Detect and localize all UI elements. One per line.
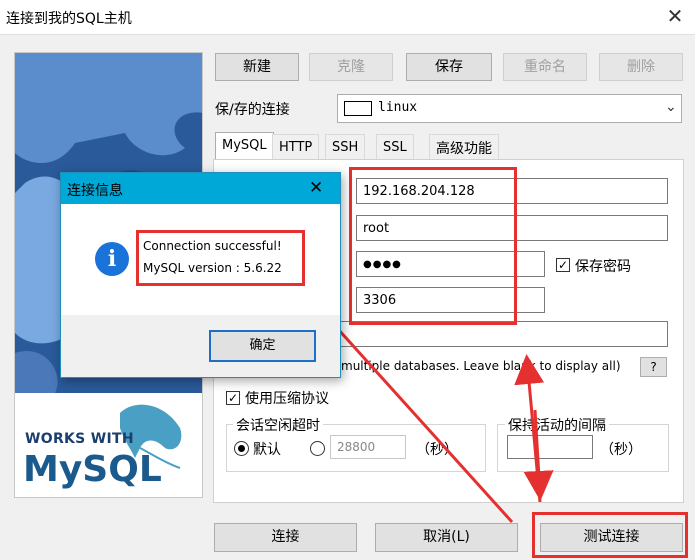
dialog-message-line1: Connection successful! bbox=[143, 239, 282, 253]
dialog-ok-button[interactable]: 确定 bbox=[209, 330, 316, 362]
dialog-title: 连接信息 bbox=[67, 183, 123, 199]
info-icon: i bbox=[95, 242, 129, 276]
dialog-body: i Connection successful! MySQL version :… bbox=[61, 204, 340, 315]
dialog-close-icon[interactable]: ✕ bbox=[309, 178, 323, 198]
dialog-titlebar: 连接信息 ✕ bbox=[61, 173, 340, 204]
connection-info-dialog: 连接信息 ✕ i Connection successful! MySQL ve… bbox=[60, 172, 341, 378]
dialog-message-line2: MySQL version : 5.6.22 bbox=[143, 261, 282, 275]
